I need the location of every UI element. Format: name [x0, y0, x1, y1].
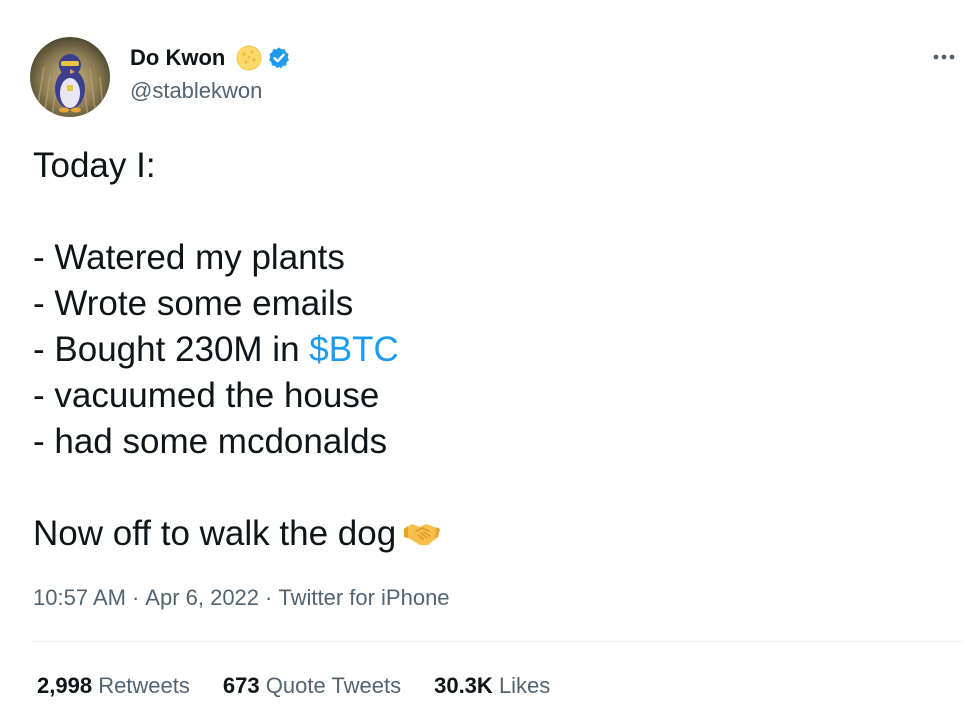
retweets-count: 2,998	[37, 673, 93, 698]
avatar[interactable]	[30, 37, 110, 117]
tweet-text: Today I: - Watered my plants - Wrote som…	[33, 143, 442, 557]
tweet: Do Kwon @stablekwon Today I: - Watered m…	[0, 0, 979, 713]
more-options-icon[interactable]	[929, 44, 959, 70]
tweet-line	[33, 465, 442, 511]
quote-tweets-count: 673	[222, 673, 260, 698]
tweet-line: - Bought 230M in $BTC	[33, 327, 442, 373]
tweet-line: - vacuumed the house	[33, 376, 380, 415]
tweet-line	[33, 189, 442, 235]
tweet-date[interactable]: Apr 6, 2022	[145, 585, 259, 610]
display-name[interactable]: Do Kwon	[130, 45, 225, 71]
penguin-avatar-icon	[30, 37, 110, 117]
tweet-meta: 10:57 AM · Apr 6, 2022 · Twitter for iPhone	[33, 585, 450, 611]
tweet-time[interactable]: 10:57 AM	[33, 585, 126, 610]
tweet-line: - had some mcdonalds	[33, 422, 388, 461]
verified-badge-icon	[267, 46, 291, 70]
tweet-source[interactable]: Twitter for iPhone	[278, 585, 449, 610]
tweet-stats: 2,998 Retweets 673 Quote Tweets 30.3K Li…	[37, 673, 583, 699]
author-handle[interactable]: @stablekwon	[130, 78, 262, 104]
likes-count: 30.3K	[434, 673, 493, 698]
meta-separator: ·	[131, 585, 140, 610]
handshake-icon	[402, 515, 442, 547]
retweets-label: Retweets	[98, 673, 190, 698]
retweets-stat[interactable]: 2,998 Retweets	[37, 673, 190, 699]
meta-separator: ·	[265, 585, 273, 610]
quote-tweets-stat[interactable]: 673 Quote Tweets	[223, 673, 401, 699]
tweet-line: - Watered my plants	[33, 238, 345, 277]
tweet-line: - Wrote some emails	[33, 284, 354, 323]
author-name-row: Do Kwon	[130, 44, 291, 72]
tweet-line-text: Now off to walk the dog	[33, 514, 397, 553]
tweet-line: Now off to walk the dog	[33, 511, 442, 557]
divider	[30, 641, 963, 642]
likes-stat[interactable]: 30.3K Likes	[434, 673, 550, 699]
btc-cashtag-link[interactable]: $BTC	[309, 330, 398, 369]
tweet-line-text: - Bought 230M in	[33, 330, 310, 369]
quote-tweets-label: Quote Tweets	[265, 673, 402, 698]
cookie-icon	[235, 44, 263, 72]
likes-label: Likes	[498, 673, 551, 698]
tweet-line: Today I:	[33, 146, 156, 185]
